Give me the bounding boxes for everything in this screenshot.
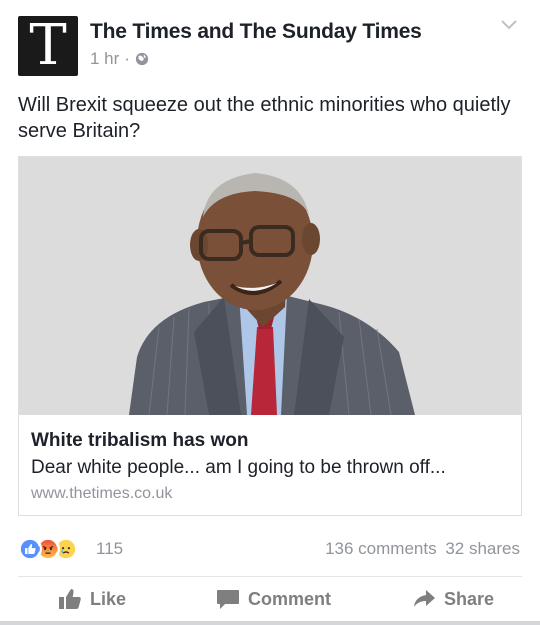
chevron-down-icon[interactable] [500, 18, 518, 32]
link-description: Dear white people... am I going to be th… [31, 457, 446, 478]
feed-separator [0, 621, 540, 625]
thumbs-up-icon [59, 589, 81, 609]
link-preview-image[interactable] [19, 157, 521, 415]
page-name[interactable]: The Times and The Sunday Times [90, 20, 422, 44]
share-label: Share [444, 588, 495, 609]
portrait-photo [19, 157, 521, 415]
globe-icon [135, 52, 149, 66]
comment-icon [217, 590, 239, 609]
link-title[interactable]: White tribalism has won [31, 429, 509, 453]
comment-button[interactable]: Comment [216, 588, 331, 610]
like-label: Like [90, 588, 127, 609]
comments-count[interactable]: 136 comments [325, 539, 437, 558]
link-preview-card[interactable]: White tribalism has won Dear white peopl… [18, 156, 522, 516]
page-logo-letter: T [29, 13, 67, 78]
share-arrow-icon [414, 590, 435, 607]
reaction-icons[interactable] [18, 537, 98, 561]
post-time[interactable]: 1 hr [90, 49, 119, 69]
divider [18, 576, 522, 577]
engagement-counts: 136 comments 32 shares [325, 539, 520, 559]
page-avatar[interactable]: T [18, 16, 78, 76]
post-header: T The Times and The Sunday Times 1 hr · [18, 16, 522, 76]
post-text: Will Brexit squeeze out the ethnic minor… [18, 94, 511, 142]
shares-count[interactable]: 32 shares [445, 539, 520, 558]
share-button[interactable]: Share [412, 588, 494, 610]
like-reaction-icon [18, 537, 42, 561]
link-preview-body[interactable]: White tribalism has won Dear white peopl… [19, 415, 521, 515]
post-meta: 1 hr · [90, 49, 149, 69]
action-bar: Like Comment Share [18, 580, 522, 620]
reaction-count[interactable]: 115 [96, 539, 123, 559]
reactions-bar: 115 136 comments 32 shares [18, 535, 522, 563]
meta-separator: · [124, 49, 130, 68]
comment-label: Comment [248, 588, 332, 609]
like-button[interactable]: Like [58, 588, 126, 610]
link-domain: www.thetimes.co.uk [31, 485, 173, 502]
